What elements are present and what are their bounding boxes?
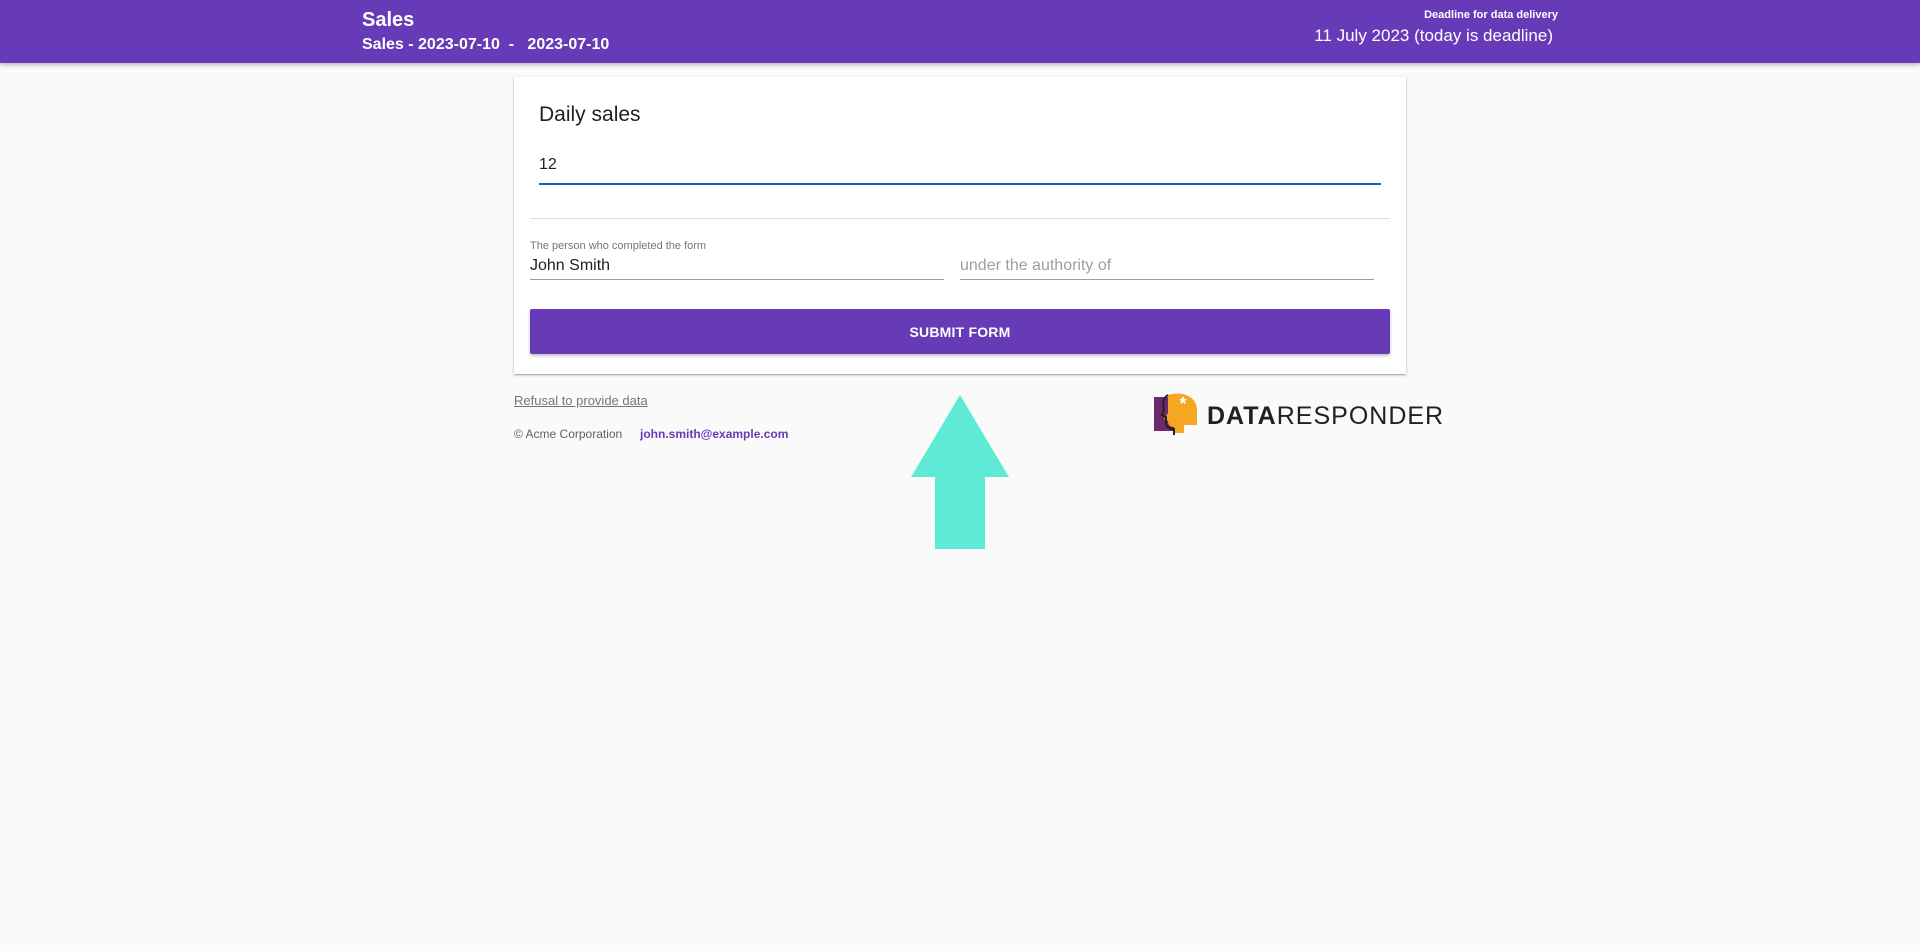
page-title: Sales (362, 9, 415, 31)
data-responder-logo: * DATARESPONDER (1154, 391, 1443, 437)
daily-sales-title: Daily sales (539, 103, 641, 126)
page-subtitle: Sales - 2023-07-10 - 2023-07-10 (362, 36, 610, 53)
person-input[interactable] (530, 253, 944, 280)
daily-sales-input[interactable] (539, 147, 1381, 185)
form-card: Daily sales The person who completed the… (514, 77, 1406, 374)
copyright-text: © Acme Corporation (514, 427, 623, 441)
up-arrow-icon (911, 395, 1009, 549)
logo-text: DATARESPONDER (1207, 402, 1445, 430)
authority-input[interactable] (960, 253, 1374, 280)
deadline-value: 11 July 2023 (today is deadline) (1314, 26, 1553, 45)
refusal-link[interactable]: Refusal to provide data (514, 393, 648, 408)
divider (530, 218, 1390, 219)
deadline-label: Deadline for data delivery (1424, 9, 1558, 21)
app-header: Sales Sales - 2023-07-10 - 2023-07-10 De… (0, 0, 1920, 63)
submit-form-button[interactable]: SUBMIT FORM (530, 309, 1390, 354)
svg-text:*: * (1179, 394, 1186, 414)
contact-email-link[interactable]: john.smith@example.com (640, 427, 788, 441)
person-field-label: The person who completed the form (530, 240, 707, 252)
logo-head-icon: * (1154, 393, 1197, 435)
